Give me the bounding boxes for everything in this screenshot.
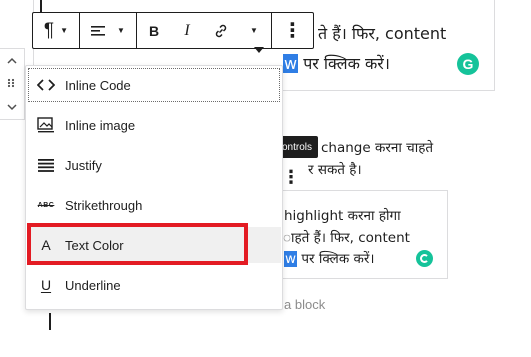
italic-button[interactable]: I xyxy=(171,13,203,48)
align-button[interactable]: ▼ xyxy=(81,13,136,48)
grammarly-ring xyxy=(420,254,429,263)
link-icon xyxy=(215,24,227,37)
image-icon xyxy=(35,116,57,134)
menu-item-justify[interactable]: Justify xyxy=(27,147,281,183)
editor-text-line: change करना चाहते xyxy=(321,140,434,156)
formatting-dropdown-menu: Inline Code Inline image Justify ABC Str… xyxy=(25,65,283,310)
align-left-icon xyxy=(91,25,106,36)
editor-text-line: highlight करना होगा xyxy=(284,208,401,224)
bold-icon: B xyxy=(148,22,160,39)
toolbar-pointer xyxy=(254,47,264,53)
move-up-button[interactable] xyxy=(7,55,17,67)
editor-text-line: w पर क्लिक करें। xyxy=(284,249,375,267)
chevron-down-icon: ▼ xyxy=(117,26,125,35)
block-placeholder: a block xyxy=(284,297,326,312)
underline-icon: U xyxy=(40,277,52,293)
editor-text-fragment: पर क्लिक करें। xyxy=(301,251,375,267)
more-vertical-icon: ⋮ xyxy=(282,20,303,42)
more-vertical-icon[interactable]: ⋮ xyxy=(282,164,300,190)
justify-icon xyxy=(35,156,57,174)
italic-icon: I xyxy=(184,21,190,39)
bold-button[interactable]: B xyxy=(137,13,171,48)
grammarly-icon[interactable]: G xyxy=(457,53,479,75)
paragraph-icon: ¶ xyxy=(43,19,55,41)
tooltip-text: ontrols xyxy=(282,141,313,153)
menu-item-label: Inline image xyxy=(65,117,136,133)
drag-handle-icon xyxy=(7,78,15,87)
link-button[interactable] xyxy=(203,13,239,48)
move-down-button[interactable] xyxy=(7,102,17,114)
grammarly-icon[interactable] xyxy=(416,250,433,267)
menu-item-label: Inline Code xyxy=(65,77,131,93)
selected-text: w xyxy=(283,54,299,73)
editor-text-line: w पर क्लिक करें। xyxy=(283,52,390,74)
menu-item-inline-code[interactable]: Inline Code xyxy=(27,67,281,103)
editor-text-fragment: पर क्लिक करें। xyxy=(303,54,390,73)
drag-handle[interactable] xyxy=(7,78,17,91)
block-edge-line xyxy=(40,0,42,12)
menu-item-strikethrough[interactable]: ABC Strikethrough xyxy=(27,187,281,223)
chevron-down-icon xyxy=(7,103,17,110)
selected-text: w xyxy=(284,251,298,267)
editor-text-line: ाहते हैं। फिर, content xyxy=(283,230,410,246)
chevron-down-icon: ▼ xyxy=(60,26,69,35)
grammarly-letter: G xyxy=(462,56,474,72)
block-mover xyxy=(0,48,25,120)
editor-text-line: र सकते है। xyxy=(308,162,362,178)
options-button[interactable]: ⋮ xyxy=(273,13,313,48)
annotation-highlight-box xyxy=(27,223,248,265)
chevron-down-icon: ▼ xyxy=(250,26,258,35)
more-rich-text-controls-button[interactable]: ▼ xyxy=(239,13,269,48)
strikethrough-icon: ABC xyxy=(37,201,55,209)
paragraph-transform-button[interactable]: ¶ ▼ xyxy=(34,13,79,48)
menu-item-underline[interactable]: U Underline xyxy=(27,267,281,303)
code-icon xyxy=(35,76,57,94)
editor-text-line: ते हैं। फिर, content xyxy=(318,24,447,43)
menu-item-inline-image[interactable]: Inline image xyxy=(27,107,281,143)
menu-item-label: Underline xyxy=(65,277,121,293)
block-toolbar: ¶ ▼ ▼ B I ▼ ⋮ xyxy=(32,12,314,49)
menu-item-label: Justify xyxy=(65,157,102,173)
chevron-up-icon xyxy=(7,57,17,64)
menu-item-label: Strikethrough xyxy=(65,197,143,213)
text-cursor xyxy=(49,313,51,330)
